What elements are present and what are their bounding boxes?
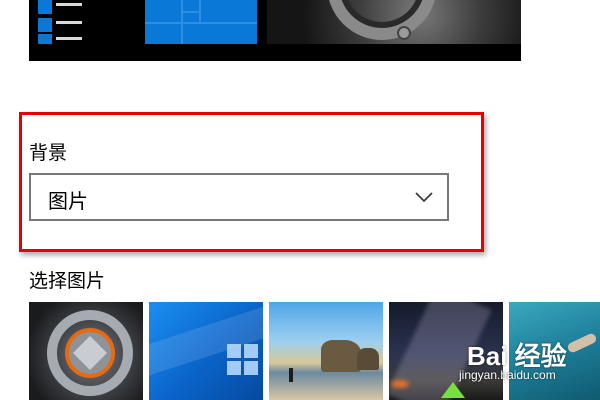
background-dropdown-value: 图片 xyxy=(48,189,88,213)
chevron-down-icon xyxy=(415,192,433,203)
picture-thumbnails xyxy=(29,302,600,400)
personalization-background-page: 背景 图片 选择图片 Bai 经验 jingyan.baidu.com xyxy=(0,0,600,400)
windows-logo-icon xyxy=(227,344,259,376)
thumbnail-beach-rocks-wallpaper[interactable] xyxy=(269,302,383,400)
desktop-preview xyxy=(29,0,521,61)
start-menu-preview-icon xyxy=(38,0,84,44)
thumbnail-underwater-wallpaper[interactable] xyxy=(509,302,600,400)
choose-picture-label: 选择图片 xyxy=(29,270,106,292)
thumbnail-night-sky-wallpaper[interactable] xyxy=(389,302,503,400)
thumbnail-windows-blue-wallpaper[interactable] xyxy=(149,302,263,400)
tiles-preview-icon xyxy=(145,0,257,44)
thumbnail-gear-wallpaper[interactable] xyxy=(29,302,143,400)
wallpaper-preview-image xyxy=(267,0,521,44)
background-dropdown[interactable]: 图片 xyxy=(29,173,449,221)
background-label: 背景 xyxy=(29,142,68,164)
